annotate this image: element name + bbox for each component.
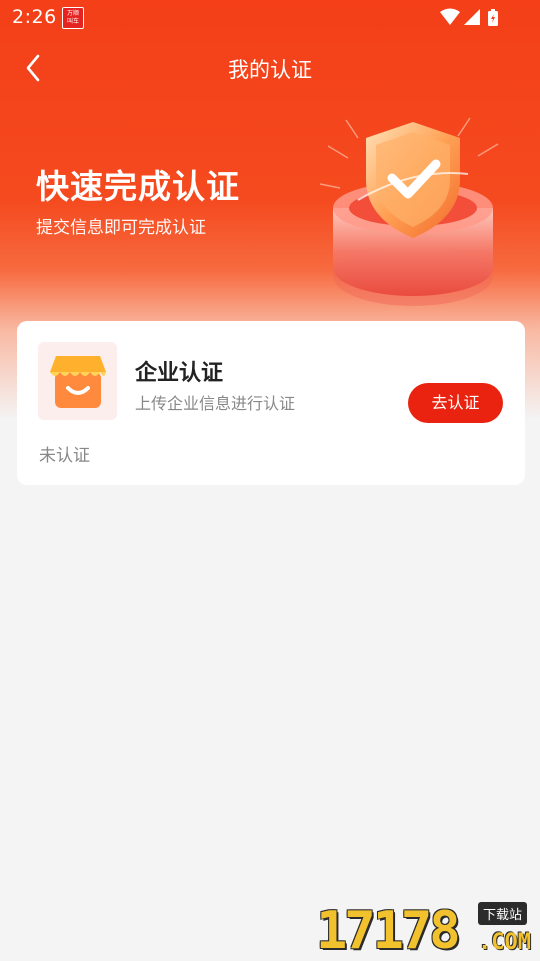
status-icons (440, 8, 498, 26)
signal-icon (464, 9, 480, 25)
enterprise-verification-card: 企业认证 上传企业信息进行认证 去认证 未认证 (17, 321, 525, 485)
go-verify-button[interactable]: 去认证 (408, 383, 503, 423)
page-title: 我的认证 (228, 58, 312, 82)
status-bar: 2:26 万顺 叫车 (0, 0, 540, 36)
shield-check-icon (319, 117, 499, 306)
watermark-number: 17178 (316, 901, 461, 961)
watermark-logo: 17178 下载站 .COM (316, 900, 540, 960)
verification-status: 未认证 (39, 446, 90, 466)
status-time: 2:26 (12, 6, 57, 28)
navbar: 我的认证 (0, 36, 540, 100)
hero-subtitle: 提交信息即可完成认证 (36, 218, 206, 238)
shop-icon (50, 356, 106, 408)
wifi-icon (440, 8, 460, 25)
watermark-domain: .COM (478, 930, 531, 955)
card-title: 企业认证 (135, 361, 224, 386)
hero-title: 快速完成认证 (36, 167, 240, 206)
battery-charging-icon (488, 9, 498, 26)
shop-icon-container (38, 342, 117, 420)
watermark-tag: 下载站 (478, 902, 528, 925)
card-subtitle: 上传企业信息进行认证 (135, 394, 296, 413)
app-notification-icon: 万顺 叫车 (62, 7, 84, 29)
